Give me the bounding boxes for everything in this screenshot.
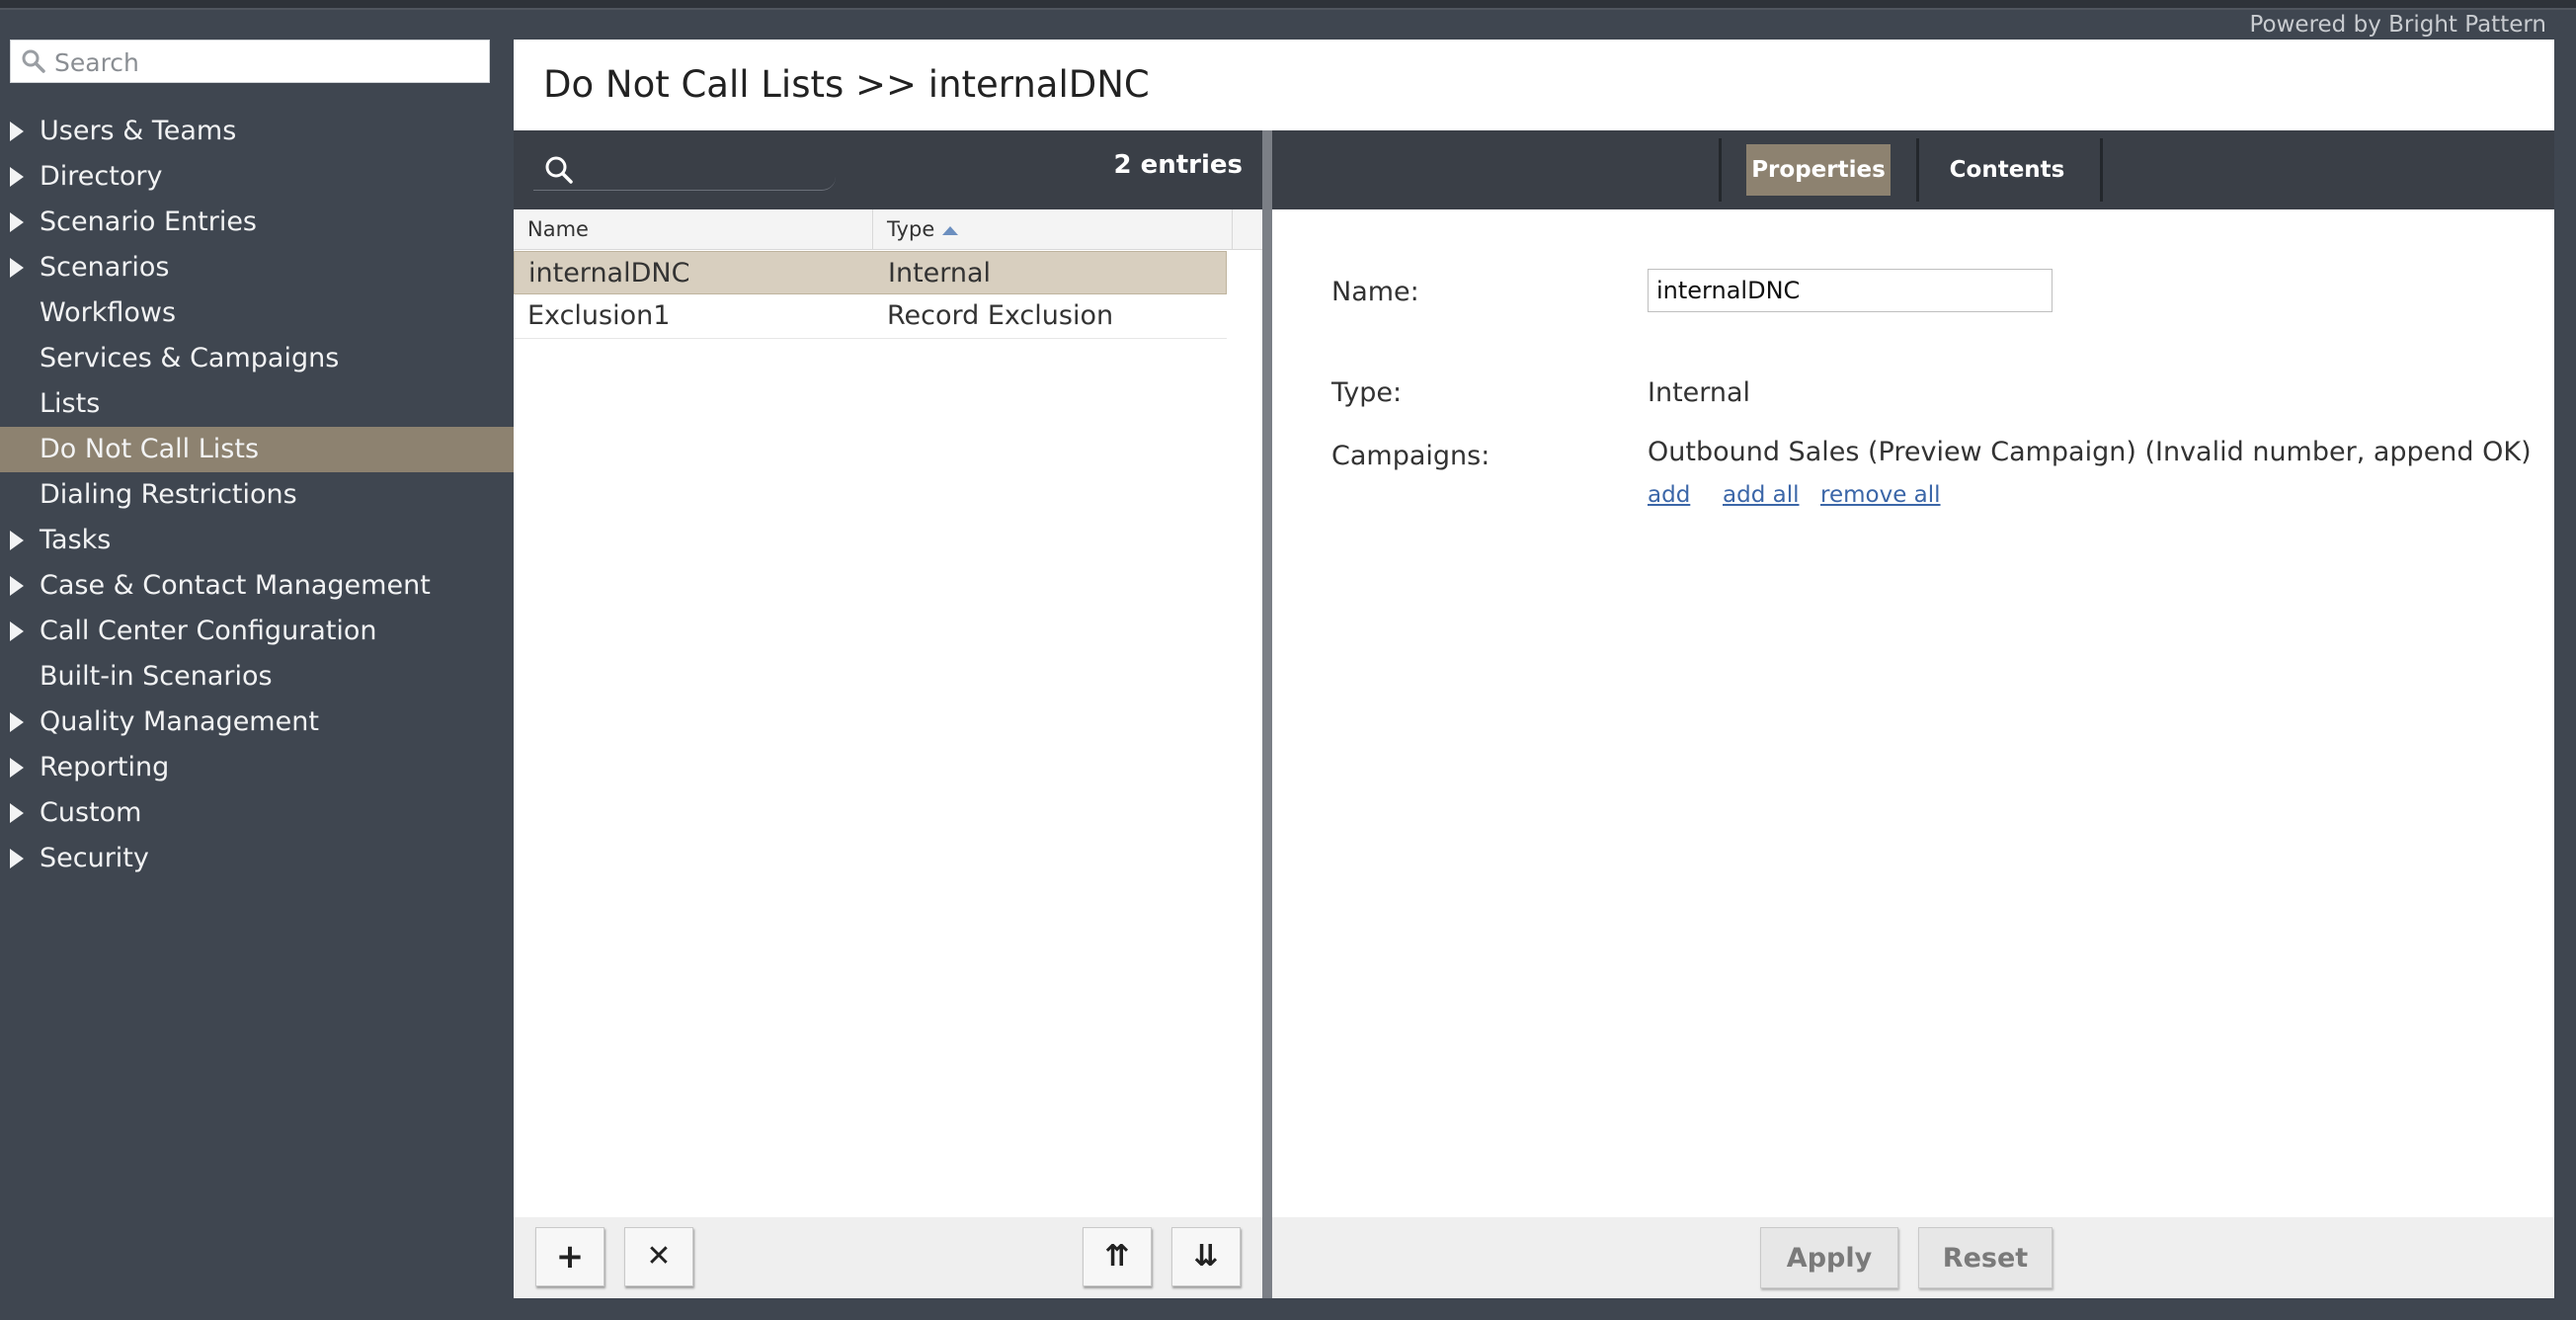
remove-all-campaigns-link[interactable]: remove all: [1820, 482, 1941, 508]
sidebar-item-label: Do Not Call Lists: [40, 434, 260, 464]
sidebar-item-label: Users & Teams: [40, 116, 237, 146]
row-name: internalDNC: [528, 258, 690, 289]
expand-arrow-icon[interactable]: [10, 531, 24, 550]
delete-entry-button[interactable]: ✕: [624, 1227, 693, 1286]
sidebar-item-directory[interactable]: Directory: [0, 154, 514, 200]
column-header-type[interactable]: Type: [873, 209, 1233, 249]
sidebar-item-call-center-configuration[interactable]: Call Center Configuration: [0, 609, 514, 654]
sidebar-item-label: Reporting: [40, 752, 170, 783]
type-value: Internal: [1648, 377, 1751, 408]
sidebar-nav: Users & Teams Directory Scenario Entries…: [0, 109, 514, 881]
tab-properties[interactable]: Properties: [1746, 144, 1891, 196]
sidebar-item-workflows[interactable]: Workflows: [0, 290, 514, 336]
sidebar-item-label: Built-in Scenarios: [40, 661, 273, 692]
sidebar-item-label: Tasks: [40, 525, 112, 555]
sidebar-item-label: Scenario Entries: [40, 206, 257, 237]
properties-actions-bar: Apply Reset: [1272, 1217, 2554, 1298]
sidebar-item-label: Quality Management: [40, 706, 319, 737]
campaigns-label: Campaigns:: [1331, 441, 1490, 471]
sidebar-item-label: Case & Contact Management: [40, 570, 431, 601]
add-entry-button[interactable]: +: [535, 1227, 604, 1286]
tab-separator: [2100, 138, 2103, 202]
column-header-label: Name: [527, 217, 589, 241]
sidebar-item-custom[interactable]: Custom: [0, 790, 514, 836]
sidebar-item-users-teams[interactable]: Users & Teams: [0, 109, 514, 154]
tab-contents[interactable]: Contents: [1928, 144, 2086, 196]
expand-arrow-icon[interactable]: [10, 258, 24, 278]
row-type: Internal: [888, 258, 992, 289]
sidebar-item-do-not-call-lists[interactable]: Do Not Call Lists: [0, 427, 514, 472]
sidebar-item-scenarios[interactable]: Scenarios: [0, 245, 514, 290]
sidebar-item-label: Workflows: [40, 297, 177, 328]
expand-arrow-icon[interactable]: [10, 803, 24, 823]
move-to-bottom-button[interactable]: ⇊: [1171, 1227, 1241, 1286]
list-toolbar: 2 entries: [514, 130, 1262, 209]
main-panel: Do Not Call Lists >> internalDNC 2 entri…: [514, 40, 2554, 1298]
sidebar-item-label: Scenarios: [40, 252, 170, 283]
expand-arrow-icon[interactable]: [10, 849, 24, 868]
sidebar-item-case-contact-management[interactable]: Case & Contact Management: [0, 563, 514, 609]
expand-arrow-icon[interactable]: [10, 621, 24, 641]
table-row[interactable]: Exclusion1 Record Exclusion: [514, 294, 1227, 339]
powered-by-label: Powered by Bright Pattern: [2249, 12, 2547, 38]
reset-button[interactable]: Reset: [1918, 1227, 2053, 1288]
sidebar-item-built-in-scenarios[interactable]: Built-in Scenarios: [0, 654, 514, 700]
sidebar-search-input[interactable]: Search: [10, 40, 490, 83]
row-name: Exclusion1: [527, 300, 671, 331]
sidebar-item-scenario-entries[interactable]: Scenario Entries: [0, 200, 514, 245]
name-label: Name:: [1331, 277, 1419, 307]
tabs-bar: Properties Contents: [1272, 130, 2554, 209]
sidebar-item-label: Directory: [40, 161, 163, 192]
expand-arrow-icon[interactable]: [10, 167, 24, 187]
sidebar-item-security[interactable]: Security: [0, 836, 514, 881]
row-type: Record Exclusion: [887, 300, 1114, 331]
sidebar-item-label: Services & Campaigns: [40, 343, 340, 373]
move-to-top-button[interactable]: ⇈: [1083, 1227, 1152, 1286]
campaign-item: Outbound Sales (Preview Campaign) (Inval…: [1648, 437, 2532, 467]
sidebar-item-label: Lists: [40, 388, 101, 419]
page-title: Do Not Call Lists >> internalDNC: [543, 63, 1150, 106]
pane-splitter[interactable]: [1262, 130, 1272, 1298]
sidebar-item-lists[interactable]: Lists: [0, 381, 514, 427]
type-label: Type:: [1331, 377, 1403, 408]
sidebar-item-quality-management[interactable]: Quality Management: [0, 700, 514, 745]
sidebar-item-dialing-restrictions[interactable]: Dialing Restrictions: [0, 472, 514, 518]
expand-arrow-icon[interactable]: [10, 122, 24, 141]
column-header-label: Type: [887, 217, 935, 241]
column-header-name[interactable]: Name: [514, 209, 873, 249]
list-search-input[interactable]: [533, 148, 836, 191]
expand-arrow-icon[interactable]: [10, 712, 24, 732]
expand-arrow-icon[interactable]: [10, 576, 24, 596]
search-icon: [545, 156, 573, 184]
list-pane: 2 entries Name Type internalDNC Internal…: [514, 130, 1262, 1298]
sidebar-item-label: Call Center Configuration: [40, 616, 377, 646]
tab-separator: [1916, 138, 1919, 202]
expand-arrow-icon[interactable]: [10, 758, 24, 778]
apply-button[interactable]: Apply: [1760, 1227, 1898, 1288]
sidebar-item-label: Dialing Restrictions: [40, 479, 297, 510]
list-actions-bar: + ✕ ⇈ ⇊: [514, 1217, 1262, 1298]
search-placeholder: Search: [54, 48, 139, 77]
sidebar-item-reporting[interactable]: Reporting: [0, 745, 514, 790]
search-icon: [22, 49, 45, 73]
add-all-campaigns-link[interactable]: add all: [1723, 482, 1799, 508]
add-campaign-link[interactable]: add: [1648, 482, 1690, 508]
list-header: Name Type: [514, 209, 1262, 250]
sidebar-item-label: Custom: [40, 797, 142, 828]
name-field[interactable]: internalDNC: [1648, 269, 2053, 312]
properties-pane: Properties Contents Name: internalDNC Ty…: [1272, 130, 2554, 1298]
top-bar: [0, 0, 2576, 10]
expand-arrow-icon[interactable]: [10, 212, 24, 232]
sidebar-item-tasks[interactable]: Tasks: [0, 518, 514, 563]
sidebar-item-label: Security: [40, 843, 149, 873]
sort-ascending-icon: [942, 225, 959, 235]
entries-count: 2 entries: [1113, 150, 1243, 180]
tab-separator: [1719, 138, 1722, 202]
sidebar-item-services-campaigns[interactable]: Services & Campaigns: [0, 336, 514, 381]
table-row[interactable]: internalDNC Internal: [514, 251, 1227, 294]
